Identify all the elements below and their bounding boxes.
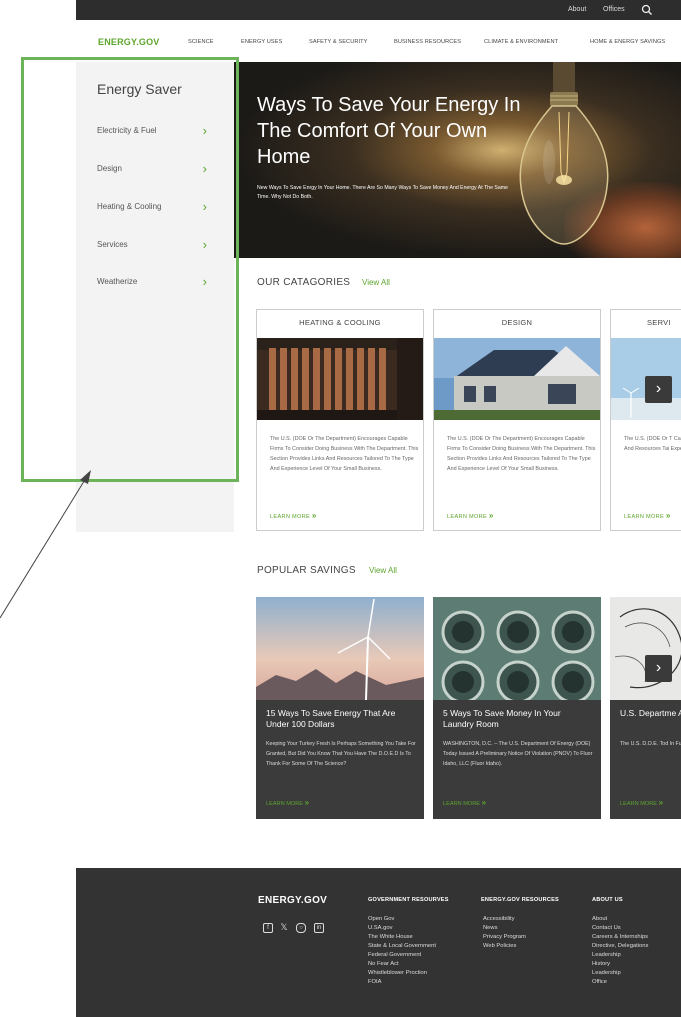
- card-description: The U.S. D.O.E. Tod In Funding For 17 F …: [620, 741, 681, 747]
- card-image-sketch: [610, 597, 681, 700]
- linkedin-icon[interactable]: in: [314, 923, 324, 933]
- card-image-design: [434, 338, 600, 420]
- twitter-icon[interactable]: 𝕏: [279, 923, 289, 933]
- footer-link[interactable]: Privacy Program: [483, 934, 526, 940]
- footer-link[interactable]: Accessibility: [483, 916, 515, 922]
- popular-card-under-100[interactable]: 15 Ways To Save Energy That Are Under 10…: [256, 597, 424, 819]
- footer-link[interactable]: State & Local Government: [368, 943, 436, 949]
- double-chevron-icon: »: [488, 511, 494, 520]
- double-chevron-icon: »: [665, 511, 671, 520]
- footer-link[interactable]: Open Gov: [368, 916, 394, 922]
- learn-more-label: LEARN MORE: [270, 514, 310, 520]
- footer-link[interactable]: Leadership: [592, 970, 621, 976]
- offices-link[interactable]: Offices: [603, 6, 625, 13]
- footer-link[interactable]: News: [483, 925, 498, 931]
- categories-view-all-link[interactable]: View All: [362, 278, 390, 287]
- footer-link[interactable]: U.SA.gov: [368, 925, 393, 931]
- footer-heading-about-us: ABOUT US: [592, 897, 623, 903]
- footer-link[interactable]: No Fear Act: [368, 961, 399, 967]
- card-description: The U.S. (DOE Or T Capable Firms To C Th…: [624, 436, 681, 452]
- card-title: HEATING & COOLING: [299, 318, 381, 327]
- chevron-right-icon: ›: [655, 659, 662, 676]
- footer-heading-government: GOVERNMENT RESOURVES: [368, 897, 449, 903]
- footer-link[interactable]: Web Policies: [483, 943, 516, 949]
- card-image-wind-turbine: [256, 597, 424, 700]
- learn-more-label: LEARN MORE: [443, 801, 480, 807]
- hero-banner: Ways To Save Your Energy In The Comfort …: [234, 62, 681, 258]
- nav-item-business-resources[interactable]: BUSINESS RESOURCES: [394, 39, 461, 45]
- learn-more-label: LEARN MORE: [266, 801, 303, 807]
- footer-link[interactable]: Careers & Internships: [592, 934, 648, 940]
- card-title: Servi: [647, 318, 671, 327]
- card-title: DESIGN: [501, 318, 533, 327]
- instagram-icon[interactable]: ○: [296, 923, 306, 933]
- double-chevron-icon: »: [481, 798, 487, 807]
- card-description: The U.S. (DOE Or The Department) Encoura…: [447, 436, 596, 472]
- learn-more-link[interactable]: LEARN MORE »: [447, 511, 494, 520]
- double-chevron-icon: »: [311, 511, 317, 520]
- popular-card-department-funding[interactable]: U.S. Departme Announces $16 The U.S. D.O…: [610, 597, 681, 819]
- card-image-laundry: [433, 597, 601, 700]
- page: About Offices ENERGY.GOV SCIENCE ENERGY …: [0, 0, 681, 1017]
- category-card-heating-cooling[interactable]: HEATING & COOLING The U.S. (DOE Or The D…: [256, 309, 424, 531]
- category-card-services[interactable]: Servi The U.S. (DOE Or T Capable Firms T…: [610, 309, 681, 531]
- card-description: Keeping Your Turkey Fresh Is Perhaps Som…: [266, 741, 416, 767]
- learn-more-link[interactable]: LEARN MORE »: [270, 511, 317, 520]
- footer-link[interactable]: FOIA: [368, 979, 382, 985]
- popular-next-button[interactable]: ›: [645, 655, 672, 682]
- learn-more-link[interactable]: LEARN MORE »: [443, 798, 486, 807]
- footer-link[interactable]: About: [592, 916, 607, 922]
- nav-item-energy-uses[interactable]: ENERGY USES: [241, 39, 282, 45]
- learn-more-label: LEARN MORE: [624, 514, 664, 520]
- footer-link[interactable]: Federal Government: [368, 952, 421, 958]
- nav-item-climate-environment[interactable]: CLIMATE & ENVIRONMENT: [484, 39, 558, 45]
- hero-heading: Ways To Save Your Energy In The Comfort …: [257, 94, 521, 168]
- category-card-design[interactable]: DESIGN The U.S. (DOE Or The Department) …: [433, 309, 601, 531]
- chevron-right-icon: ›: [655, 380, 662, 397]
- card-description: WASHINGTON, D.C. – The U.S. Department O…: [443, 741, 593, 767]
- card-image-heating-cooling: [257, 338, 423, 420]
- site-logo[interactable]: ENERGY.GOV: [98, 37, 160, 47]
- nav-item-home-energy-savings[interactable]: HOME & ENERGY SAVINGS: [590, 39, 665, 45]
- popular-card-laundry[interactable]: 5 Ways To Save Money In Your Laundry Roo…: [433, 597, 601, 819]
- utility-bar: About Offices: [76, 0, 681, 20]
- search-icon[interactable]: [641, 4, 653, 16]
- double-chevron-icon: »: [658, 798, 664, 807]
- footer-logo[interactable]: ENERGY.GOV: [258, 895, 327, 906]
- footer-link[interactable]: Leadership: [592, 952, 621, 958]
- sidebar-highlight-frame: [21, 57, 239, 482]
- footer-link[interactable]: The White House: [368, 934, 413, 940]
- footer-link[interactable]: Office: [592, 979, 607, 985]
- footer-heading-energy-gov: ENERGY.GOV RESOURCES: [481, 897, 559, 903]
- learn-more-link[interactable]: LEARN MORE »: [266, 798, 309, 807]
- footer-link[interactable]: Whistleblower Proction: [368, 970, 427, 976]
- card-description: The U.S. (DOE Or The Department) Encoura…: [270, 436, 419, 472]
- facebook-icon[interactable]: f: [263, 923, 273, 933]
- card-title: 5 Ways To Save Money In Your Laundry Roo…: [443, 708, 561, 729]
- about-link[interactable]: About: [568, 6, 586, 13]
- footer-link[interactable]: Directive, Delegations: [592, 943, 648, 949]
- learn-more-link[interactable]: LEARN MORE »: [620, 798, 663, 807]
- nav-item-safety-security[interactable]: SAFETY & SECURITY: [309, 39, 367, 45]
- learn-more-link[interactable]: LEARN MORE »: [624, 511, 671, 520]
- hero-subtext: New Ways To Save Enrgy In Your Home. The…: [257, 185, 508, 200]
- categories-heading: OUR CATAGORIES: [257, 277, 351, 288]
- footer-link[interactable]: Contact Us: [592, 925, 621, 931]
- categories-next-button[interactable]: ›: [645, 376, 672, 403]
- footer: ENERGY.GOV f 𝕏 ○ in GOVERNMENT RESOURVES…: [76, 868, 681, 1017]
- learn-more-label: LEARN MORE: [447, 514, 487, 520]
- learn-more-label: LEARN MORE: [620, 801, 657, 807]
- double-chevron-icon: »: [304, 798, 310, 807]
- footer-link[interactable]: History: [592, 961, 610, 967]
- popular-view-all-link[interactable]: View All: [369, 566, 397, 575]
- card-title: U.S. Departme Announces $16: [620, 708, 681, 718]
- nav-item-science[interactable]: SCIENCE: [188, 39, 214, 45]
- popular-heading: POPULAR SAVINGS: [257, 565, 356, 576]
- main-nav: ENERGY.GOV SCIENCE ENERGY USES SAFETY & …: [76, 20, 681, 62]
- card-title: 15 Ways To Save Energy That Are Under 10…: [266, 708, 396, 729]
